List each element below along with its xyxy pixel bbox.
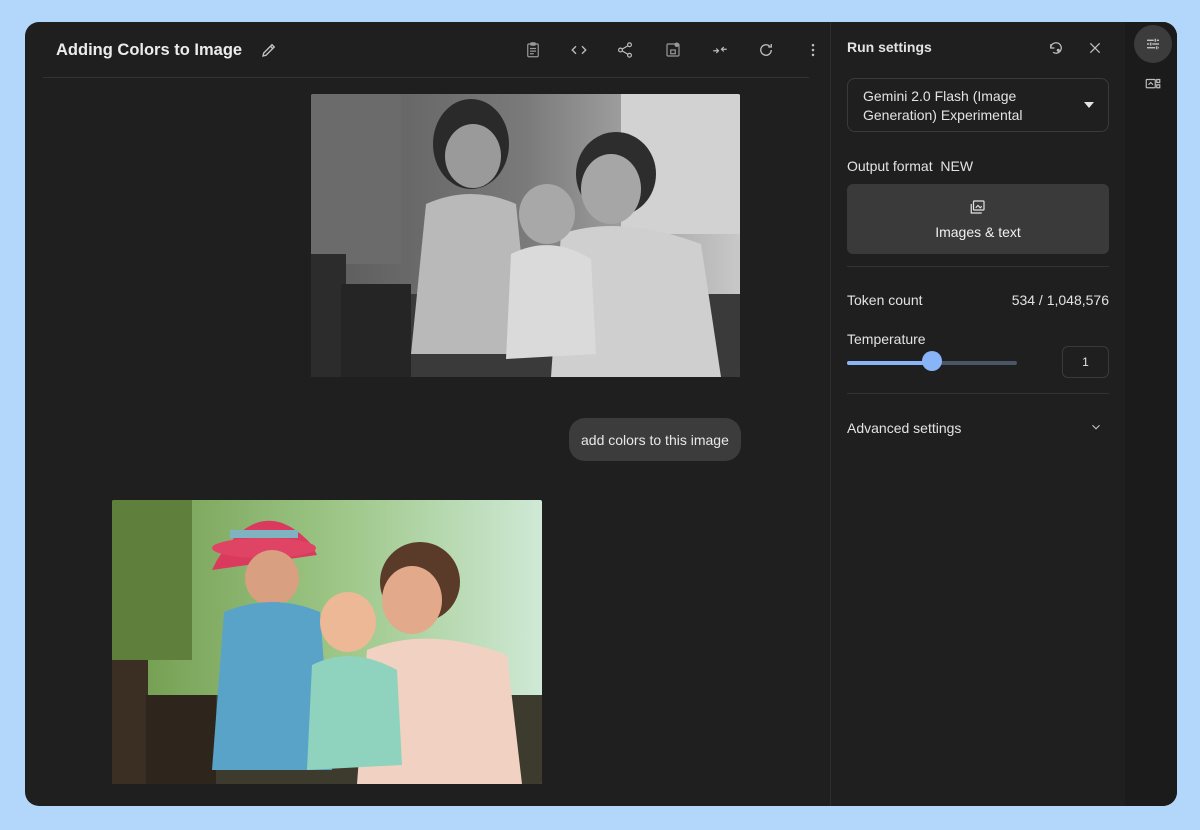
divider xyxy=(847,266,1109,267)
token-count-value: 534 / 1,048,576 xyxy=(1011,292,1109,308)
tune-settings-icon[interactable] xyxy=(1134,25,1172,63)
reset-settings-icon[interactable] xyxy=(1046,38,1066,58)
run-settings-panel: Run settings Gemini 2.0 Flash (Image Gen… xyxy=(831,22,1125,806)
run-settings-title: Run settings xyxy=(847,39,932,55)
compare-icon[interactable] xyxy=(709,39,731,61)
divider xyxy=(847,393,1109,394)
chat-area: Adding Colors to Image add colors to thi… xyxy=(25,22,830,806)
right-rail xyxy=(1125,22,1177,806)
output-format-label: Output format NEW xyxy=(847,158,973,174)
page-title: Adding Colors to Image xyxy=(56,41,243,59)
output-color-photo[interactable] xyxy=(112,500,542,784)
gallery-icon[interactable] xyxy=(1143,74,1163,94)
output-format-value: Images & text xyxy=(935,224,1021,240)
user-message-bubble: add colors to this image xyxy=(569,418,741,461)
chevron-down-icon[interactable] xyxy=(1089,420,1103,434)
clipboard-icon[interactable] xyxy=(522,39,544,61)
edit-pencil-icon[interactable] xyxy=(260,41,278,59)
advanced-settings-label[interactable]: Advanced settings xyxy=(847,420,961,436)
share-icon[interactable] xyxy=(614,39,636,61)
input-bw-photo[interactable] xyxy=(311,94,740,377)
close-icon[interactable] xyxy=(1085,38,1105,58)
dropdown-caret-icon xyxy=(1084,102,1094,108)
temperature-input[interactable]: 1 xyxy=(1062,346,1109,378)
output-format-images-text-button[interactable]: Images & text xyxy=(847,184,1109,254)
new-badge: NEW xyxy=(940,158,974,174)
temperature-slider-thumb[interactable] xyxy=(922,351,942,371)
app-window: Adding Colors to Image add colors to thi… xyxy=(25,22,1177,806)
chat-header: Adding Colors to Image xyxy=(43,22,815,78)
temperature-slider-fill xyxy=(847,361,932,365)
more-vert-icon[interactable] xyxy=(802,39,824,61)
output-format-label-text: Output format xyxy=(847,158,933,174)
token-count-label: Token count xyxy=(847,292,923,308)
images-icon xyxy=(969,198,987,216)
model-select-value: Gemini 2.0 Flash (Image Generation) Expe… xyxy=(863,88,1023,123)
model-select[interactable]: Gemini 2.0 Flash (Image Generation) Expe… xyxy=(847,78,1109,132)
code-icon[interactable] xyxy=(568,39,590,61)
refresh-icon[interactable] xyxy=(755,39,777,61)
save-icon[interactable] xyxy=(662,39,684,61)
temperature-label: Temperature xyxy=(847,331,926,347)
